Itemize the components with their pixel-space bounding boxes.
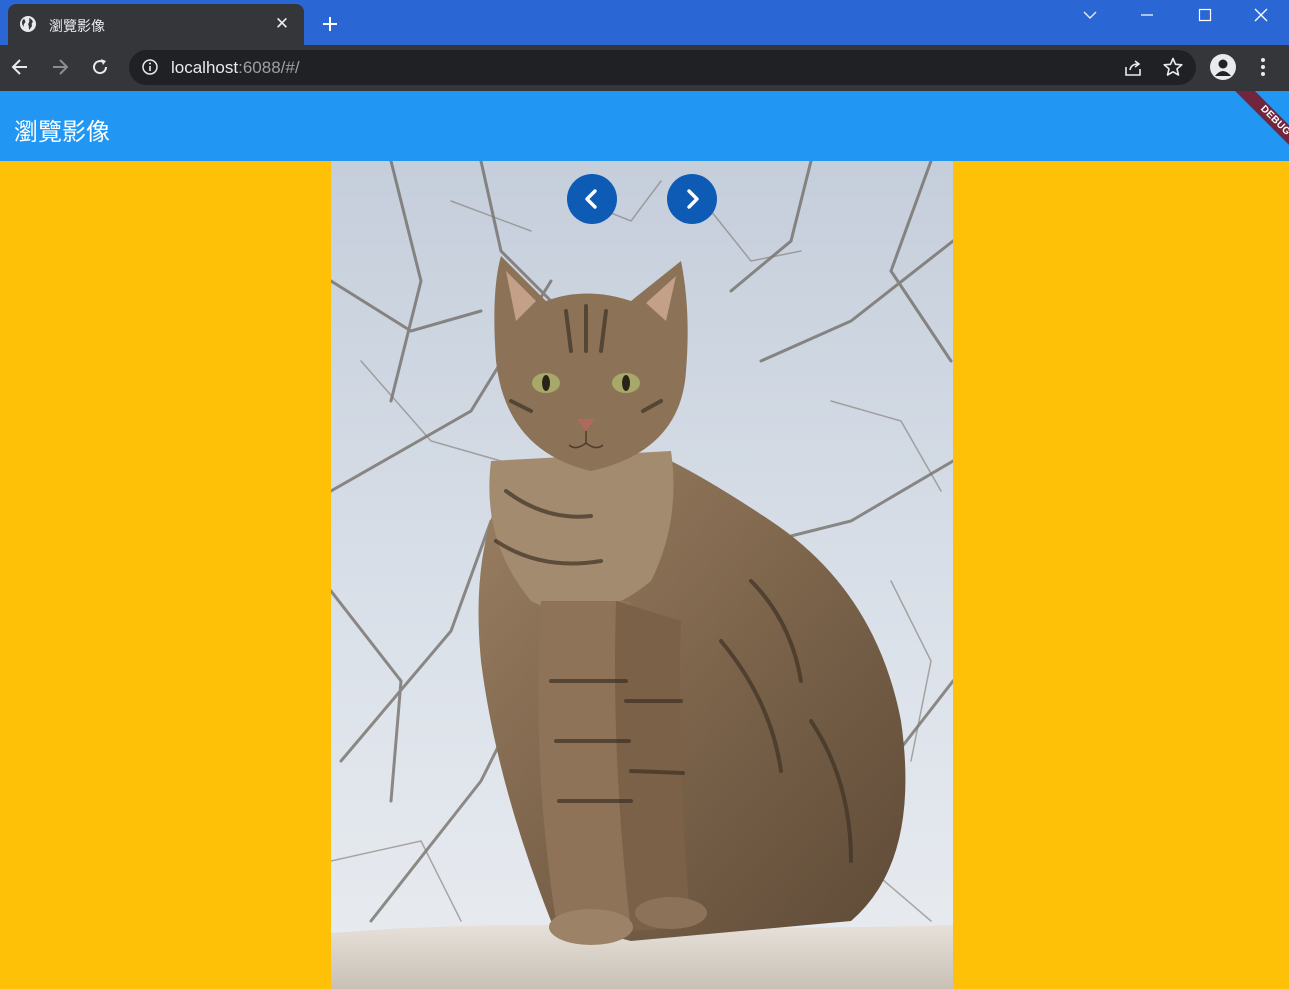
chevron-right-icon <box>687 189 699 209</box>
share-icon[interactable] <box>1122 57 1144 79</box>
app-bar: 瀏覽影像 DEBUG <box>0 91 1289 161</box>
address-bar[interactable]: localhost:6088/#/ <box>129 50 1196 85</box>
arrow-left-icon[interactable] <box>8 55 32 79</box>
arrow-right-icon[interactable] <box>48 55 72 79</box>
reload-icon[interactable] <box>88 55 112 79</box>
star-icon[interactable] <box>1162 56 1184 78</box>
url-host: localhost <box>171 58 239 77</box>
cat-illustration <box>331 161 953 989</box>
browser-tab-strip: 瀏覽影像 ✕ <box>0 0 1289 45</box>
minimize-icon[interactable] <box>1118 0 1176 30</box>
tab-title: 瀏覽影像 <box>49 19 105 35</box>
chevron-left-icon <box>585 189 597 209</box>
url-text[interactable]: localhost:6088/#/ <box>171 58 300 78</box>
browser-toolbar: localhost:6088/#/ <box>0 45 1289 91</box>
kebab-menu-icon[interactable] <box>1252 55 1274 79</box>
globe-icon <box>20 16 36 32</box>
url-path: :6088/#/ <box>238 58 300 77</box>
next-image-button[interactable] <box>667 174 717 224</box>
previous-image-button[interactable] <box>567 174 617 224</box>
close-icon[interactable] <box>1232 0 1289 30</box>
plus-icon[interactable] <box>318 12 342 36</box>
maximize-icon[interactable] <box>1176 0 1234 30</box>
page-title: 瀏覽影像 <box>14 118 110 146</box>
app-body <box>0 161 1289 989</box>
debug-banner: DEBUG <box>1227 91 1289 161</box>
cat-photo <box>331 161 953 989</box>
close-icon[interactable]: ✕ <box>272 14 292 34</box>
browser-tab[interactable]: 瀏覽影像 ✕ <box>8 4 304 45</box>
chevron-down-icon[interactable] <box>1061 0 1119 30</box>
person-icon[interactable] <box>1210 54 1236 80</box>
info-icon[interactable] <box>141 58 159 76</box>
